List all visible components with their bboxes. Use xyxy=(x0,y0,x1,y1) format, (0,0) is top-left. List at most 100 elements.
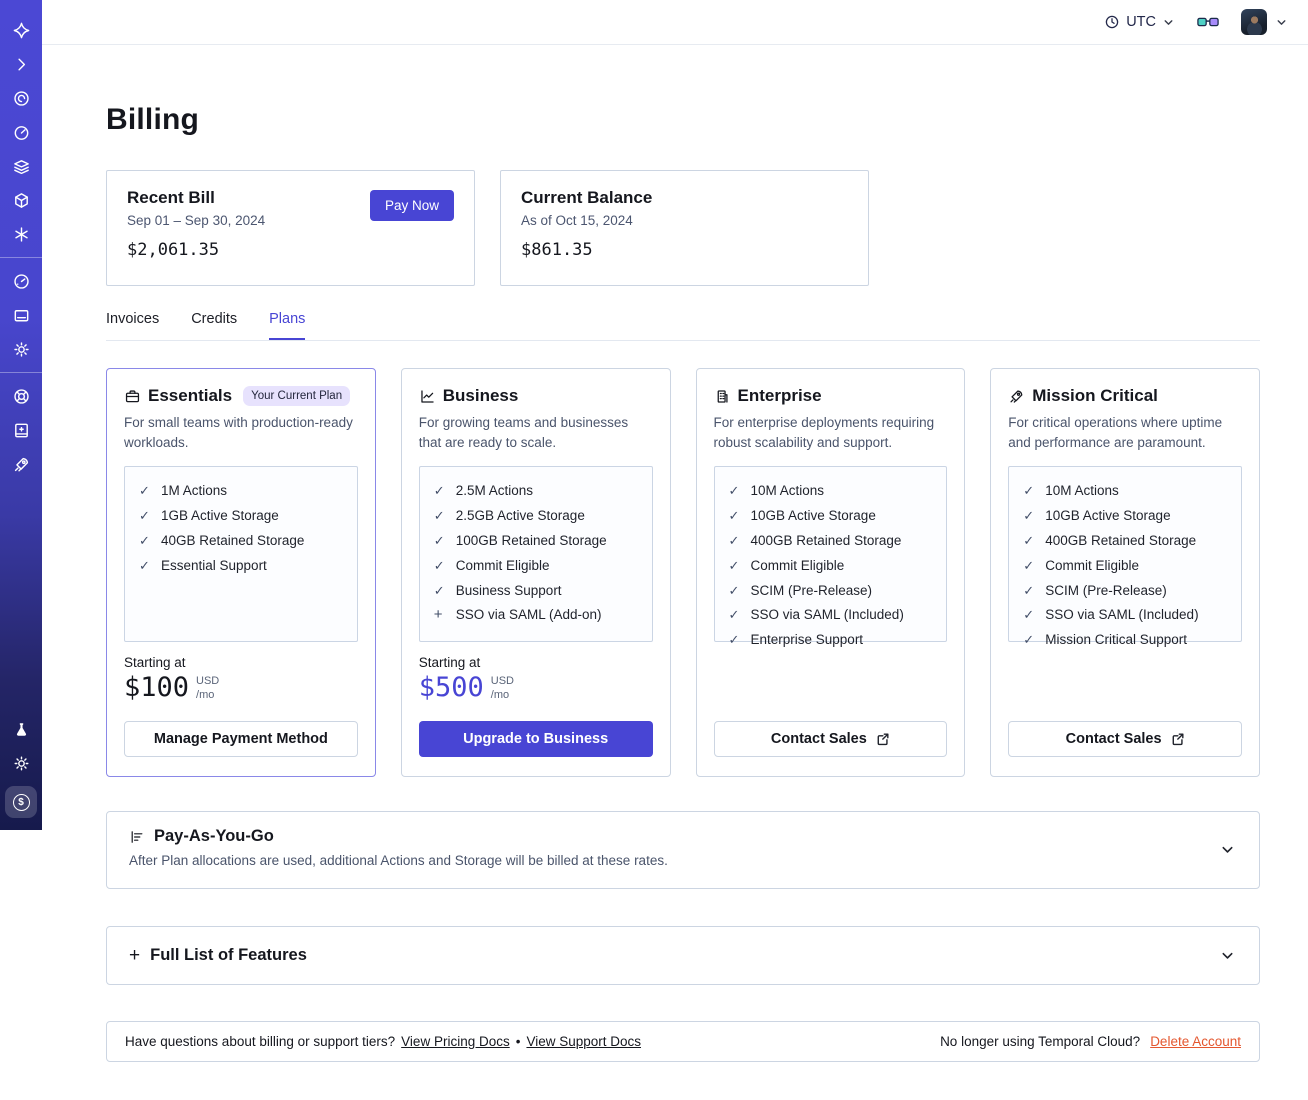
plus-icon: + xyxy=(433,606,443,624)
timezone-selector[interactable]: UTC xyxy=(1104,14,1175,30)
starting-at-label: Starting at xyxy=(418,655,481,670)
plan-card-essentials: Essentials Your Current Plan For small t… xyxy=(106,368,376,777)
contact-sales-button[interactable]: Contact Sales xyxy=(1008,721,1242,757)
check-icon: ✓ xyxy=(139,483,150,498)
sidebar-divider xyxy=(0,257,42,258)
namespaces-icon[interactable] xyxy=(0,81,42,115)
plan-feature: ✓ SCIM (Pre-Release) xyxy=(1023,582,1167,598)
delete-account-link[interactable]: Delete Account xyxy=(1150,1034,1241,1049)
external-link-icon xyxy=(877,733,889,746)
current-balance-card: Current Balance As of Oct 15, 2024 $861.… xyxy=(500,170,869,286)
check-icon: ✓ xyxy=(728,532,740,548)
nexus-asterisk-icon[interactable] xyxy=(0,217,42,251)
payg-title: Pay-As-You-Go xyxy=(154,827,274,845)
chevron-down-icon[interactable] xyxy=(1220,948,1235,963)
plan-feature: ✓ 1GB Active Storage xyxy=(139,507,279,523)
view-support-docs-link[interactable]: View Support Docs xyxy=(526,1034,641,1049)
footer-bar: Have questions about billing or support … xyxy=(106,1021,1260,1062)
plan-price-block: Starting at $500 USD /mo xyxy=(419,655,653,703)
billing-panel-icon[interactable] xyxy=(0,298,42,332)
check-icon: ✓ xyxy=(1023,632,1035,648)
theme-sun-icon[interactable] xyxy=(0,746,42,780)
schedules-icon[interactable] xyxy=(0,115,42,149)
check-icon: ✓ xyxy=(433,507,445,523)
check-icon: ✓ xyxy=(1023,532,1035,548)
sidebar-item-billing-active[interactable]: $ xyxy=(5,786,37,818)
current-balance-asof: As of Oct 15, 2024 xyxy=(521,213,633,228)
plan-feature: ✓ SSO via SAML (Included) xyxy=(728,607,904,623)
check-icon: ✓ xyxy=(1023,483,1035,498)
docs-book-icon[interactable] xyxy=(0,413,42,447)
check-icon: ✓ xyxy=(728,507,740,523)
check-icon: ✓ xyxy=(433,483,445,498)
plan-feature-list: ✓ 2.5M Actions ✓ 2.5GB Active Storage ✓ … xyxy=(418,466,653,642)
recent-bill-amount: $2,061.35 xyxy=(127,240,220,260)
plan-description: For growing teams and businesses that ar… xyxy=(418,415,629,450)
footer-delete-area: No longer using Temporal Cloud? Delete A… xyxy=(940,1034,1241,1049)
view-pricing-docs-link[interactable]: View Pricing Docs xyxy=(401,1034,510,1049)
plan-feature-list: ✓ 10M Actions ✓ 10GB Active Storage ✓ 40… xyxy=(1008,466,1242,647)
upgrade-to-business-button[interactable]: Upgrade to Business xyxy=(418,721,653,757)
tab-credits[interactable]: Credits xyxy=(191,311,237,340)
payg-accordion[interactable]: Pay-As-You-Go After Plan allocations are… xyxy=(106,811,1260,889)
contact-sales-button[interactable]: Contact Sales xyxy=(713,721,948,757)
settings-gear-icon[interactable] xyxy=(0,332,42,366)
pay-now-button[interactable]: Pay Now xyxy=(369,190,454,221)
plan-feature: + SSO via SAML (Add-on) xyxy=(433,606,602,624)
temporal-logo-icon[interactable] xyxy=(0,13,42,47)
manage-payment-method-button[interactable]: Manage Payment Method xyxy=(124,721,358,757)
billing-summary-row: Recent Bill Sep 01 – Sep 30, 2024 $2,061… xyxy=(106,170,1260,286)
plan-name: Mission Critical xyxy=(1032,386,1158,405)
plan-card-mission-critical: Mission Critical For critical operations… xyxy=(990,368,1260,777)
usage-gauge-icon[interactable] xyxy=(0,264,42,298)
payg-title-row: Pay-As-You-Go xyxy=(129,827,1237,846)
user-menu[interactable] xyxy=(1241,9,1288,35)
plan-feature: ✓ Business Support xyxy=(433,582,562,598)
main-content: Billing Recent Bill Sep 01 – Sep 30, 202… xyxy=(42,46,1308,1062)
top-header: UTC xyxy=(42,0,1308,45)
plan-header: Mission Critical xyxy=(1008,386,1242,406)
building-icon xyxy=(717,389,728,403)
deployments-cube-icon[interactable] xyxy=(0,183,42,217)
plan-feature: ✓ 10GB Active Storage xyxy=(728,507,876,523)
plan-card-business: Business For growing teams and businesse… xyxy=(400,368,671,777)
check-icon: ✓ xyxy=(433,557,445,573)
plan-feature: ✓ SCIM (Pre-Release) xyxy=(728,582,873,598)
briefcase-icon xyxy=(125,389,140,402)
tab-invoices[interactable]: Invoices xyxy=(106,311,159,340)
plan-description: For small teams with production-ready wo… xyxy=(124,415,353,450)
check-icon: ✓ xyxy=(433,532,445,548)
plan-name: Essentials xyxy=(148,386,233,405)
support-lifebuoy-icon[interactable] xyxy=(0,379,42,413)
plan-feature-list: ✓ 1M Actions ✓ 1GB Active Storage ✓ 40GB… xyxy=(124,466,358,642)
plan-feature-list: ✓ 10M Actions ✓ 10GB Active Storage ✓ 40… xyxy=(713,466,948,647)
check-icon: ✓ xyxy=(1023,557,1035,573)
full-features-title: Full List of Features xyxy=(150,946,307,964)
user-avatar xyxy=(1241,9,1267,35)
rocket-icon xyxy=(1010,389,1023,403)
clock-icon xyxy=(1105,15,1119,29)
getting-started-rocket-icon[interactable] xyxy=(0,447,42,481)
full-features-accordion[interactable]: + Full List of Features xyxy=(106,926,1260,985)
glasses-icon[interactable] xyxy=(1197,15,1219,29)
plus-icon: + xyxy=(129,945,141,966)
check-icon: ✓ xyxy=(1023,582,1035,598)
expand-sidebar-icon[interactable] xyxy=(0,47,42,81)
plan-feature: ✓ Commit Eligible xyxy=(728,557,845,573)
plan-feature: ✓ 100GB Retained Storage xyxy=(433,532,607,548)
check-icon: ✓ xyxy=(728,582,740,598)
footer-links: Have questions about billing or support … xyxy=(125,1034,641,1049)
plan-feature: ✓ Essential Support xyxy=(139,557,267,573)
sidebar-bottom-group: $ xyxy=(0,712,42,830)
plan-feature: ✓ 10GB Active Storage xyxy=(1023,507,1171,523)
tab-plans[interactable]: Plans xyxy=(269,311,306,340)
check-icon: ✓ xyxy=(728,483,740,498)
labs-flask-icon[interactable] xyxy=(0,712,42,746)
plans-row: Essentials Your Current Plan For small t… xyxy=(106,368,1260,777)
plan-price-amount: $500 xyxy=(418,672,484,703)
chevron-down-icon[interactable] xyxy=(1220,843,1235,858)
stack-layers-icon[interactable] xyxy=(0,149,42,183)
plan-header: Business xyxy=(419,386,653,406)
check-icon: ✓ xyxy=(728,557,740,573)
plan-feature: ✓ 10M Actions xyxy=(1023,483,1119,498)
